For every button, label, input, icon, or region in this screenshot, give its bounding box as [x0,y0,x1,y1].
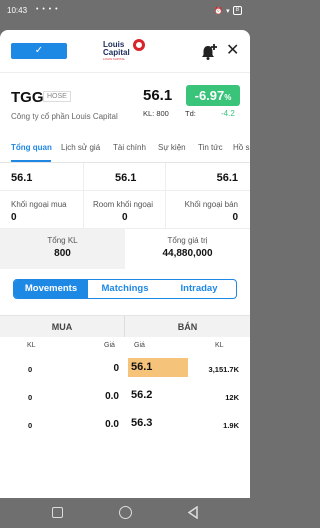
foreign-sell-cell: Khối ngoại bán 0 [166,191,249,229]
last-price: 56.1 [143,87,173,104]
td-value: -4.2 [221,109,235,118]
totals-row: Tổng KL 800 Tổng giá trị 44,880,000 [0,229,250,269]
price-value: 56.1 [115,172,137,184]
top-bar: ✓ Louis Capital LOUIS CAPITAL ✕ [0,30,250,72]
sell-price: 56.2 [131,389,153,401]
sell-price: 56.1 [128,358,188,377]
tab-finance[interactable]: Tài chính [113,143,146,152]
tab-price-history[interactable]: Lịch sử giá [61,143,100,152]
td-label: Td: [185,109,196,118]
logo-tag: LOUIS CAPITAL [103,57,126,61]
change-percent-badge: -6.97% [186,85,240,106]
price-cell: 56.1 [166,163,249,191]
price-value: 56.1 [216,172,238,184]
sell-price-col: Giá [134,342,145,349]
price-cell: 56.1 [83,163,166,191]
foreign-buy-label: Khối ngoại mua [11,200,67,209]
company-name: Công ty cổ phần Louis Capital [11,112,118,121]
total-volume-label: Tổng KL [47,236,78,245]
foreign-sell-label: Khối ngoại bán [184,200,238,209]
confirm-button[interactable]: ✓ [11,43,67,59]
home-icon[interactable] [119,506,132,519]
volume-label: KL: 800 [143,109,169,118]
back-icon[interactable] [187,506,199,519]
total-volume-cell: Tổng KL 800 [0,229,125,269]
buy-header: MUA [51,322,73,332]
orderbook-row: 0 0 56.1 3,151.7K [0,355,250,383]
sell-volume: 1.9K [223,421,239,430]
price-summary-row: 56.1 56.1 56.1 [0,163,250,191]
stock-symbol: TGG [11,89,44,106]
tab-overview[interactable]: Tổng quan [11,143,52,152]
orderbook-subheader: KL Giá Giá KL [0,337,250,355]
foreign-buy-value: 0 [11,212,17,223]
orderbook-row: 0 0.0 56.2 12K [0,383,250,411]
price-cell: 56.1 [0,163,83,191]
tab-news[interactable]: Tin tức [198,143,223,152]
segment-intraday[interactable]: Intraday [162,280,236,298]
stock-detail-sheet: ✓ Louis Capital LOUIS CAPITAL ✕ TGG HOSE… [0,30,250,498]
wifi-icon: ▾ [226,7,230,15]
buy-price: 0 [113,363,119,374]
total-value-value: 44,880,000 [162,248,213,259]
buy-volume: 0 [28,365,33,374]
buy-price: 0.0 [105,419,119,430]
add-alert-bell-icon[interactable] [200,43,218,61]
orderbook-header: MUA BÁN [0,315,250,338]
buy-volume: 0 [28,421,33,430]
total-value-cell: Tổng giá trị 44,880,000 [125,229,250,269]
system-nav-bar [0,498,250,528]
foreign-room-label: Room khối ngoại [93,200,154,209]
foreign-row: Khối ngoại mua 0 Room khối ngoại 0 Khối … [0,191,250,229]
foreign-buy-cell: Khối ngoại mua 0 [0,191,83,229]
total-value-label: Tổng giá trị [167,236,208,245]
logo-ring-icon [133,39,145,51]
logo-text-2: Capital [103,48,130,57]
buy-price: 0.0 [105,391,119,402]
sell-volume: 12K [225,393,239,402]
sell-price: 56.3 [131,417,153,429]
segment-wrap: Movements Matchings Intraday [0,269,250,315]
alarm-icon: ⏰ [214,7,224,15]
buy-price-col: Giá [104,342,115,349]
tab-bar: Tổng quan Lịch sử giá Tài chính Sự kiện … [0,131,250,163]
exchange-badge: HOSE [43,91,71,102]
change-percent-value: -6.97 [194,88,225,103]
brand-logo: Louis Capital LOUIS CAPITAL [100,38,150,64]
active-tab-indicator [11,160,51,162]
foreign-room-value: 0 [122,212,128,223]
percent-sign: % [224,93,232,102]
orderbook-row: 0 0.0 56.3 1.9K [0,411,250,439]
close-icon[interactable]: ✕ [226,42,239,60]
foreign-sell-value: 0 [232,212,238,223]
quote-summary: TGG HOSE Công ty cổ phần Louis Capital 5… [0,73,250,131]
buy-volume-col: KL [27,342,36,349]
segmented-control: Movements Matchings Intraday [13,279,237,299]
sell-header: BÁN [177,322,198,332]
status-time: 10:43 [7,6,28,15]
status-icons: ⏰ ▾ 8 [214,6,242,15]
price-value: 56.1 [11,172,33,184]
recents-icon[interactable] [52,507,63,518]
foreign-room-cell: Room khối ngoại 0 [83,191,166,229]
status-bar: 10:43 • • • • ⏰ ▾ 8 [0,0,250,24]
total-volume-value: 800 [54,248,71,259]
tab-profile[interactable]: Hồ s [233,143,249,152]
sell-volume: 3,151.7K [208,365,239,374]
notification-dots: • • • • [36,6,59,13]
battery-icon: 8 [232,6,242,15]
buy-volume: 0 [28,393,33,402]
tab-events[interactable]: Sự kiện [158,143,186,152]
sell-volume-col: KL [215,342,224,349]
segment-movements[interactable]: Movements [14,280,88,298]
segment-matchings[interactable]: Matchings [88,280,162,298]
